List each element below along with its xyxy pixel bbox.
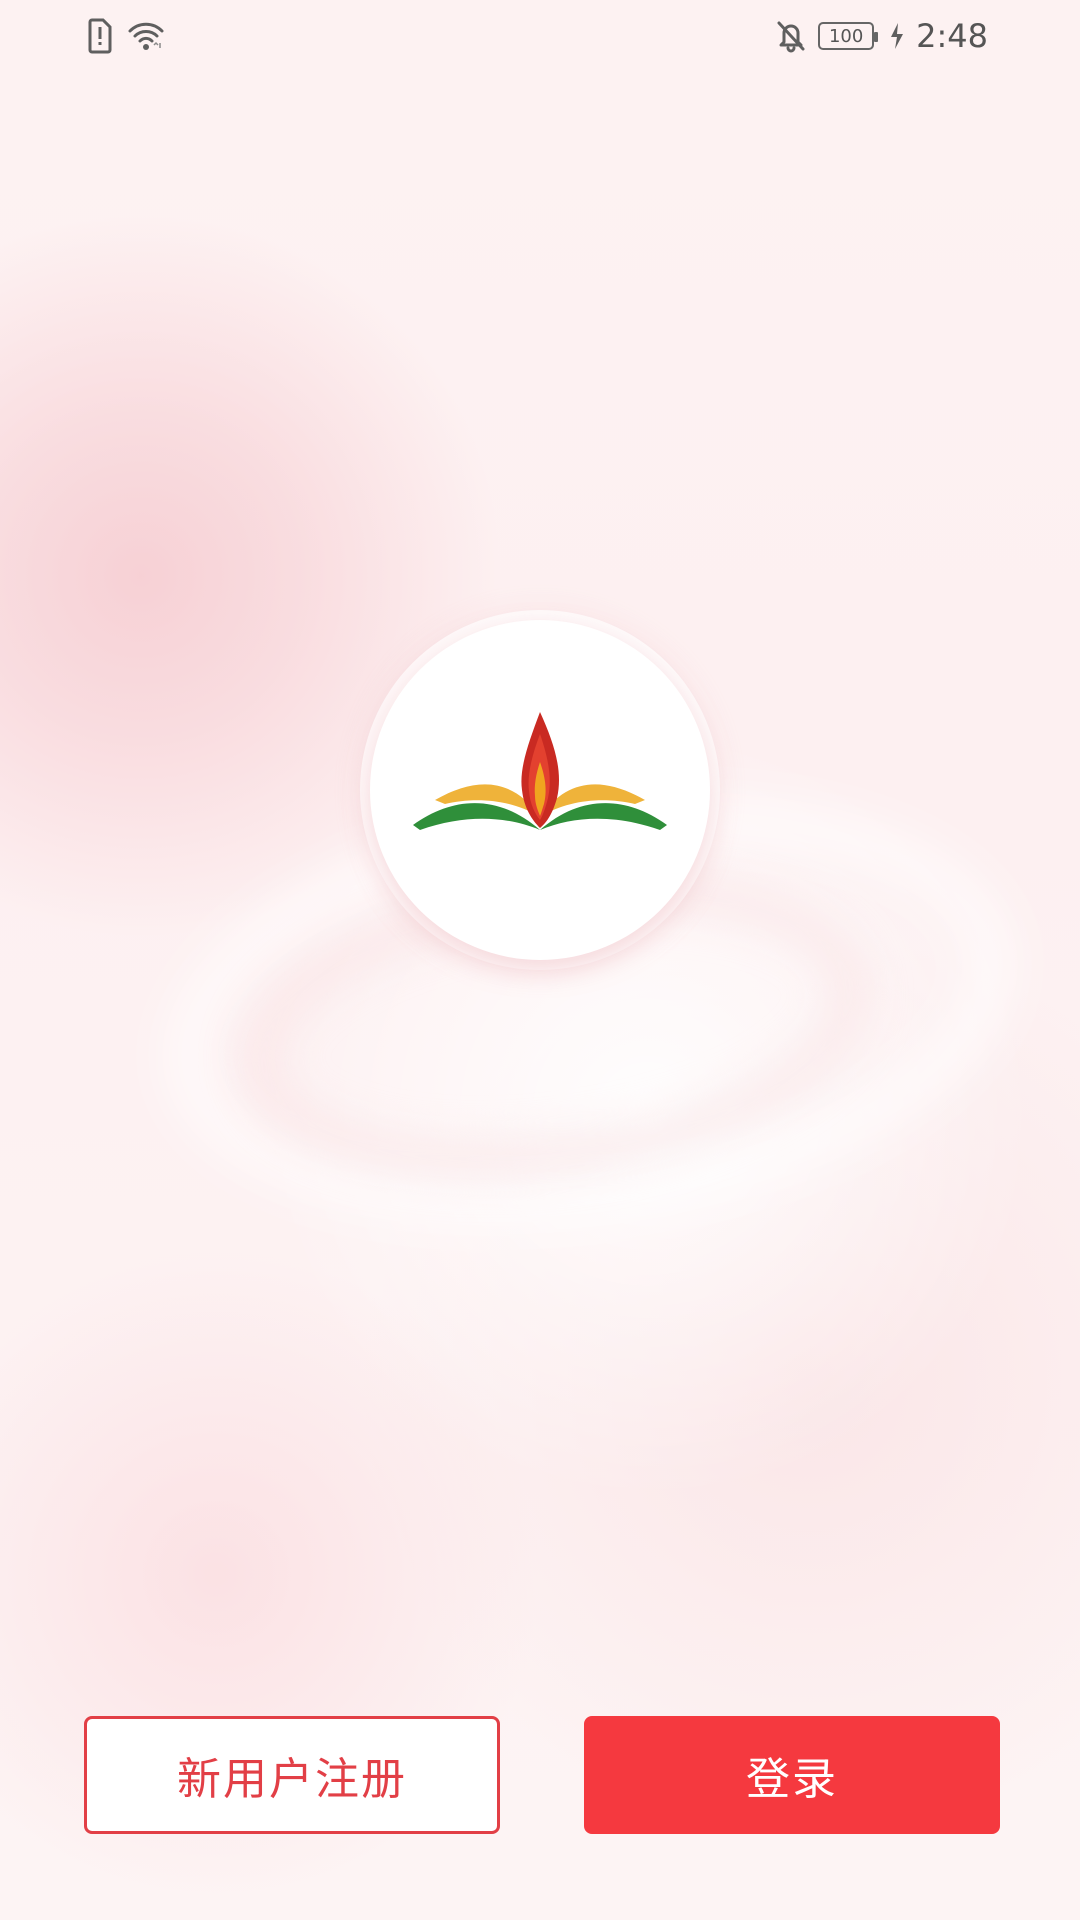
status-bar: 100 2:48 xyxy=(0,0,1080,80)
app-logo-badge xyxy=(370,620,710,960)
register-button[interactable]: 新用户注册 xyxy=(84,1716,500,1834)
battery-icon: 100 xyxy=(818,22,879,50)
battery-level-text: 100 xyxy=(828,25,864,47)
status-time: 2:48 xyxy=(916,17,988,55)
auth-actions: 新用户注册 登录 xyxy=(0,1716,1080,1838)
open-book-flame-logo xyxy=(413,712,667,830)
login-button[interactable]: 登录 xyxy=(584,1716,1000,1834)
charging-bolt-icon xyxy=(891,23,904,49)
status-right-icons: 100 2:48 xyxy=(774,18,988,54)
sim-alert-icon xyxy=(88,18,112,54)
status-left-icons xyxy=(86,18,166,54)
bell-off-icon xyxy=(777,21,805,53)
wifi-icon xyxy=(128,22,164,50)
